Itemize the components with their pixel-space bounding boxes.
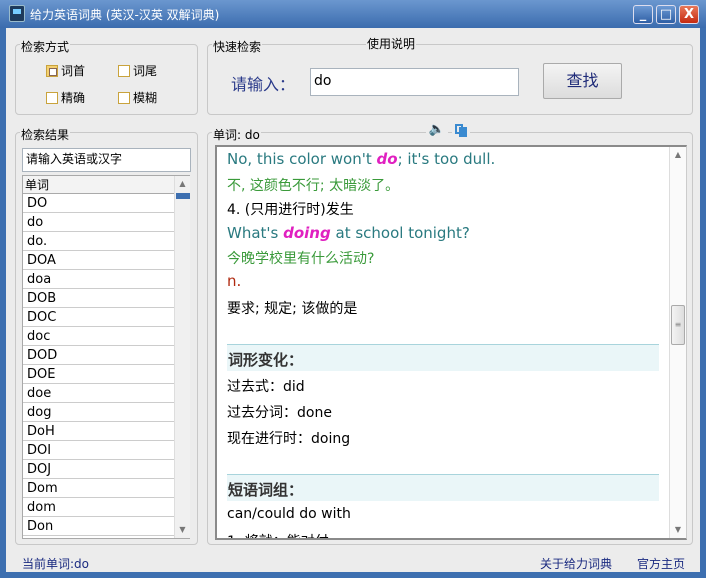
- list-item[interactable]: DOE: [23, 365, 174, 384]
- checkbox-suffix[interactable]: 词尾: [118, 62, 157, 79]
- column-header-word[interactable]: 单词: [23, 176, 174, 194]
- scroll-thumb[interactable]: [176, 193, 190, 199]
- checkbox-label: 精确: [61, 91, 86, 105]
- checkbox-label: 词首: [61, 64, 86, 78]
- phrase: can/could do with: [227, 506, 351, 522]
- input-prompt: 请输入：: [231, 75, 296, 94]
- search-button[interactable]: 查找: [543, 63, 622, 99]
- list-item[interactable]: dog: [23, 403, 174, 422]
- word-form: 现在进行时：doing: [227, 431, 351, 447]
- list-item[interactable]: do.: [23, 232, 174, 251]
- word-form: 过去分词：done: [227, 405, 332, 421]
- filter-input[interactable]: 请输入英语或汉字: [22, 148, 191, 172]
- list-item[interactable]: DO: [23, 194, 174, 213]
- list-scrollbar[interactable]: ▲ ▼: [174, 176, 190, 538]
- list-item[interactable]: DOI: [23, 441, 174, 460]
- word-form: 过去式：did: [227, 379, 305, 395]
- homepage-link[interactable]: 官方主页: [637, 555, 685, 572]
- list-item[interactable]: DoH: [23, 422, 174, 441]
- checkbox-box[interactable]: [46, 91, 58, 104]
- results-list: 单词 DO do do. DOA doa DOB DOC doc DOD DOE doe dog DoH…: [22, 175, 190, 539]
- maximize-button[interactable]: □: [656, 5, 676, 24]
- search-input[interactable]: do: [310, 68, 519, 96]
- checkbox-exact[interactable]: 精确: [46, 89, 85, 106]
- list-item[interactable]: DOD: [23, 346, 174, 365]
- about-link[interactable]: 关于给力词典: [540, 555, 612, 572]
- example-en: No, this color won't do; it's too dull.: [227, 150, 496, 168]
- list-item[interactable]: Dom: [23, 479, 174, 498]
- list-item[interactable]: dom: [23, 498, 174, 517]
- checkbox-prefix[interactable]: 词首: [46, 62, 85, 79]
- speaker-icon[interactable]: 🔈: [426, 122, 448, 138]
- example-zh: 今晚学校里有什么活动?: [227, 251, 375, 267]
- list-item[interactable]: DOA: [23, 251, 174, 270]
- checkbox-box[interactable]: [118, 91, 130, 104]
- minimize-button[interactable]: _: [633, 5, 653, 24]
- search-mode-legend: 检索方式: [20, 38, 71, 55]
- help-link[interactable]: 使用说明: [366, 35, 417, 52]
- quick-search-legend: 快速检索: [212, 38, 263, 55]
- checkbox-box[interactable]: [46, 64, 58, 77]
- part-of-speech: n.: [227, 272, 242, 290]
- window-title: 给力英语词典 (英汉-汉英 双解词典): [30, 8, 220, 22]
- example-zh: 不, 这颜色不行; 太暗淡了。: [227, 178, 400, 194]
- checkbox-box[interactable]: [118, 64, 130, 77]
- checkbox-label: 模糊: [133, 91, 158, 105]
- word-legend: 单词: do: [212, 126, 261, 143]
- example-en: What's doing at school tonight?: [227, 224, 470, 242]
- phrases-section-title: 短语词组：: [227, 474, 659, 501]
- list-item[interactable]: Don: [23, 517, 174, 536]
- client-area: 检索方式 词首 词尾 精确 模糊 快速检索 使用说明 请输入： do 查找 检索…: [6, 28, 700, 572]
- list-item[interactable]: DOJ: [23, 460, 174, 479]
- checkbox-fuzzy[interactable]: 模糊: [118, 89, 157, 106]
- list-item[interactable]: do: [23, 213, 174, 232]
- sense-label: 4. (只用进行时)发生: [227, 202, 354, 218]
- title-bar[interactable]: 给力英语词典 (英汉-汉英 双解词典) _ □ X: [0, 0, 706, 28]
- definition-view[interactable]: No, this color won't do; it's too dull. …: [215, 145, 687, 540]
- list-item[interactable]: doa: [23, 270, 174, 289]
- forms-section-title: 词形变化：: [227, 344, 659, 371]
- checkbox-label: 词尾: [133, 64, 158, 78]
- definition-scrollbar[interactable]: ▲ ≡ ▼: [669, 147, 686, 538]
- scroll-up-icon[interactable]: ▲: [175, 176, 190, 192]
- scroll-down-icon[interactable]: ▼: [175, 522, 190, 538]
- app-icon: [9, 5, 25, 22]
- results-legend: 检索结果: [20, 126, 71, 143]
- noun-definition: 要求; 规定; 该做的是: [227, 301, 358, 317]
- list-item[interactable]: doc: [23, 327, 174, 346]
- list-item[interactable]: DOC: [23, 308, 174, 327]
- scroll-down-icon[interactable]: ▼: [670, 522, 686, 538]
- current-word-status: 当前单词:do: [22, 557, 90, 571]
- copy-icon[interactable]: [452, 122, 470, 138]
- scroll-up-icon[interactable]: ▲: [670, 147, 686, 163]
- scroll-thumb[interactable]: ≡: [671, 305, 685, 345]
- phrase-definition: 1. 将就；能对付: [227, 531, 329, 538]
- close-button[interactable]: X: [679, 5, 699, 24]
- list-item[interactable]: DOB: [23, 289, 174, 308]
- list-item[interactable]: doe: [23, 384, 174, 403]
